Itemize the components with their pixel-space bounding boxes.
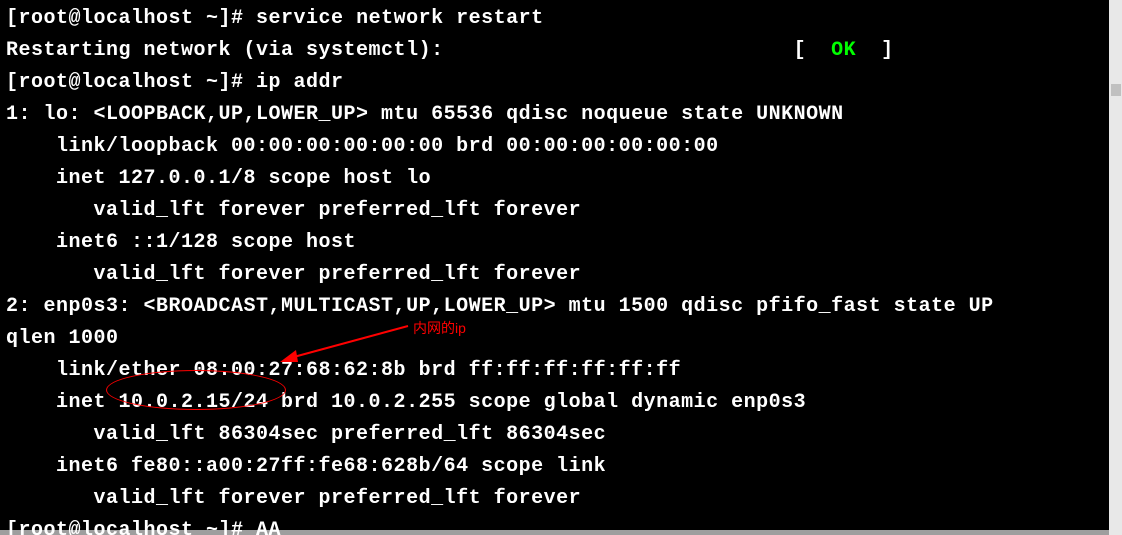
status-ok: OK xyxy=(831,39,856,62)
cursor-input[interactable]: AA xyxy=(256,519,281,535)
output-line: 2: enp0s3: <BROADCAST,MULTICAST,UP,LOWER… xyxy=(6,295,1006,318)
prompt: [root@localhost ~]# xyxy=(6,71,256,94)
terminal-window[interactable]: [root@localhost ~]# service network rest… xyxy=(0,0,1109,530)
output-line: Restarting network (via systemctl): xyxy=(6,39,444,62)
output-line: inet 10.0.2.15/24 brd 10.0.2.255 scope g… xyxy=(6,391,806,414)
output-line: inet6 ::1/128 scope host xyxy=(6,231,356,254)
output-line: valid_lft forever preferred_lft forever xyxy=(6,199,581,222)
scrollbar-thumb[interactable] xyxy=(1111,84,1121,96)
output-line: valid_lft 86304sec preferred_lft 86304se… xyxy=(6,423,606,446)
output-line: link/ether 08:00:27:68:62:8b brd ff:ff:f… xyxy=(6,359,681,382)
command-text: ip addr xyxy=(256,71,344,94)
spacing xyxy=(444,39,794,62)
output-line: inet6 fe80::a00:27ff:fe68:628b/64 scope … xyxy=(6,455,606,478)
output-line: valid_lft forever preferred_lft forever xyxy=(6,487,581,510)
bracket-right: ] xyxy=(856,39,894,62)
command-text: service network restart xyxy=(256,7,544,30)
output-line: 1: lo: <LOOPBACK,UP,LOWER_UP> mtu 65536 … xyxy=(6,103,844,126)
output-line: inet 127.0.0.1/8 scope host lo xyxy=(6,167,431,190)
bracket-left: [ xyxy=(794,39,832,62)
output-line: qlen 1000 xyxy=(6,327,119,350)
prompt: [root@localhost ~]# xyxy=(6,7,256,30)
prompt: [root@localhost ~]# xyxy=(6,519,256,535)
output-line: valid_lft forever preferred_lft forever xyxy=(6,263,581,286)
vertical-scrollbar[interactable] xyxy=(1109,0,1122,535)
output-line: link/loopback 00:00:00:00:00:00 brd 00:0… xyxy=(6,135,719,158)
